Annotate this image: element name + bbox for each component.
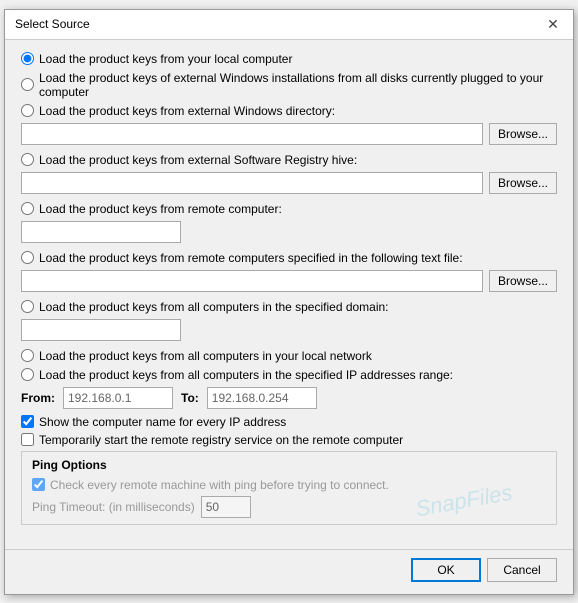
option-6-label[interactable]: Load the product keys from remote comput… — [21, 251, 463, 265]
radio-opt4[interactable] — [21, 153, 34, 166]
select-source-dialog: Select Source ✕ Load the product keys fr… — [4, 9, 574, 595]
option-9-label[interactable]: Load the product keys from all computers… — [21, 368, 453, 382]
option-1-text: Load the product keys from your local co… — [39, 52, 292, 66]
close-button[interactable]: ✕ — [543, 14, 563, 34]
from-to-row: From: To: — [21, 387, 557, 409]
from-input[interactable] — [63, 387, 173, 409]
ping-timeout-row: Ping Timeout: (in milliseconds) — [32, 496, 546, 518]
option-row-7: Load the product keys from all computers… — [21, 300, 557, 314]
domain-input-row — [21, 319, 557, 341]
option-3-label[interactable]: Load the product keys from external Wind… — [21, 104, 335, 118]
option-7-text: Load the product keys from all computers… — [39, 300, 389, 314]
from-label: From: — [21, 391, 55, 405]
temp-start-checkbox[interactable] — [21, 433, 34, 446]
radio-opt7[interactable] — [21, 300, 34, 313]
radio-opt6[interactable] — [21, 251, 34, 264]
option-5-label[interactable]: Load the product keys from remote comput… — [21, 202, 282, 216]
option-8-text: Load the product keys from all computers… — [39, 349, 372, 363]
remote-computer-input-row — [21, 221, 557, 243]
option-1-label[interactable]: Load the product keys from your local co… — [21, 52, 292, 66]
option-4-text: Load the product keys from external Soft… — [39, 153, 357, 167]
ping-check-checkbox[interactable] — [32, 478, 45, 491]
radio-opt5[interactable] — [21, 202, 34, 215]
option-8-label[interactable]: Load the product keys from all computers… — [21, 349, 372, 363]
temp-start-row: Temporarily start the remote registry se… — [21, 433, 557, 447]
browse-btn-directory[interactable]: Browse... — [489, 123, 557, 145]
option-7-label[interactable]: Load the product keys from all computers… — [21, 300, 389, 314]
option-row-2: Load the product keys of external Window… — [21, 71, 557, 99]
cancel-button[interactable]: Cancel — [487, 558, 557, 582]
to-input[interactable] — [207, 387, 317, 409]
option-4-label[interactable]: Load the product keys from external Soft… — [21, 153, 357, 167]
directory-select[interactable] — [21, 123, 483, 145]
browse-btn-textfile[interactable]: Browse... — [489, 270, 557, 292]
show-computer-name-row: Show the computer name for every IP addr… — [21, 415, 557, 429]
textfile-input[interactable] — [21, 270, 483, 292]
ping-check-row: Check every remote machine with ping bef… — [32, 478, 546, 492]
option-3-text: Load the product keys from external Wind… — [39, 104, 335, 118]
directory-input-row: Browse... — [21, 123, 557, 145]
option-row-6: Load the product keys from remote comput… — [21, 251, 557, 265]
directory-combo-wrapper — [21, 123, 483, 145]
ping-options-group: Ping Options Check every remote machine … — [21, 451, 557, 525]
option-6-text: Load the product keys from remote comput… — [39, 251, 463, 265]
button-bar: OK Cancel — [5, 549, 573, 594]
ok-button[interactable]: OK — [411, 558, 481, 582]
registry-input[interactable] — [21, 172, 483, 194]
radio-opt2[interactable] — [21, 78, 34, 91]
content-area: Load the product keys from your local co… — [5, 40, 573, 545]
remote-computer-input[interactable] — [21, 221, 181, 243]
option-row-5: Load the product keys from remote comput… — [21, 202, 557, 216]
option-5-text: Load the product keys from remote comput… — [39, 202, 282, 216]
radio-opt3[interactable] — [21, 104, 34, 117]
option-2-label[interactable]: Load the product keys of external Window… — [21, 71, 557, 99]
radio-opt9[interactable] — [21, 368, 34, 381]
ping-check-label[interactable]: Check every remote machine with ping bef… — [50, 478, 389, 492]
temp-start-label[interactable]: Temporarily start the remote registry se… — [39, 433, 403, 447]
option-row-4: Load the product keys from external Soft… — [21, 153, 557, 167]
radio-opt8[interactable] — [21, 349, 34, 362]
show-computer-name-checkbox[interactable] — [21, 415, 34, 428]
ping-timeout-label: Ping Timeout: (in milliseconds) — [32, 500, 195, 514]
dialog-title: Select Source — [15, 17, 90, 31]
registry-input-row: Browse... — [21, 172, 557, 194]
domain-input[interactable] — [21, 319, 181, 341]
ping-options-title: Ping Options — [32, 458, 546, 472]
textfile-input-row: Browse... — [21, 270, 557, 292]
radio-opt1[interactable] — [21, 52, 34, 65]
option-row-9: Load the product keys from all computers… — [21, 368, 557, 382]
browse-btn-registry[interactable]: Browse... — [489, 172, 557, 194]
show-computer-name-label[interactable]: Show the computer name for every IP addr… — [39, 415, 286, 429]
option-2-text: Load the product keys of external Window… — [39, 71, 557, 99]
title-bar: Select Source ✕ — [5, 10, 573, 40]
option-row-1: Load the product keys from your local co… — [21, 52, 557, 66]
option-row-3: Load the product keys from external Wind… — [21, 104, 557, 118]
option-9-text: Load the product keys from all computers… — [39, 368, 453, 382]
ping-timeout-input[interactable] — [201, 496, 251, 518]
option-row-8: Load the product keys from all computers… — [21, 349, 557, 363]
to-label: To: — [181, 391, 199, 405]
dialog-body: Load the product keys from your local co… — [5, 40, 573, 594]
